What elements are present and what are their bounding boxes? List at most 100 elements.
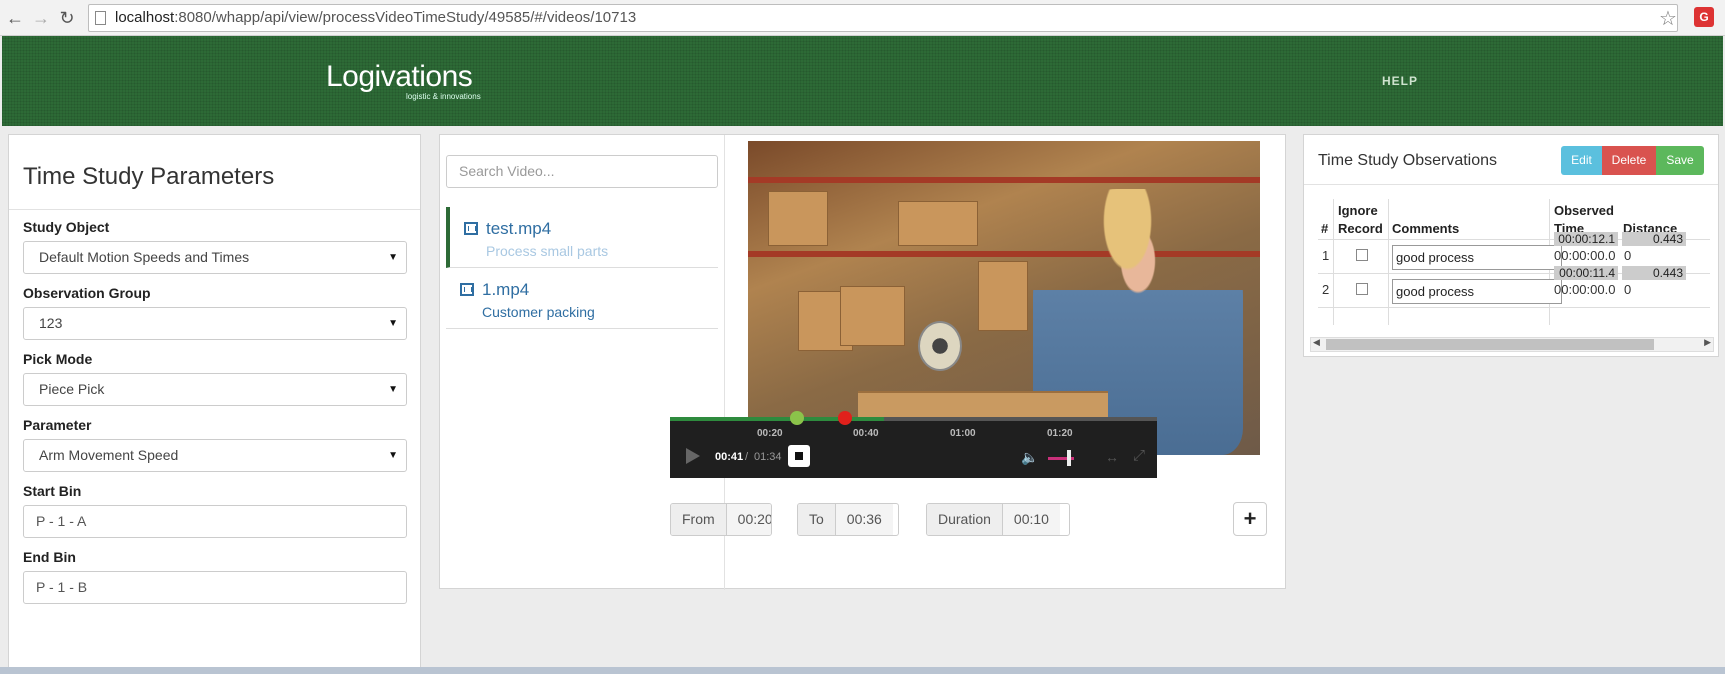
row-divider — [1318, 307, 1710, 308]
study-object-select[interactable]: Default Motion Speeds and Times ▼ — [23, 241, 407, 274]
observed-time-badge: 00:00:11.4 — [1554, 266, 1618, 280]
start-marker[interactable] — [790, 411, 804, 425]
app-header: Logivations logistic & innovations HELP — [2, 36, 1723, 126]
fullscreen-icon[interactable]: ⤢ — [1133, 447, 1145, 464]
from-input[interactable]: 00:20 — [726, 504, 771, 535]
to-label: To — [798, 504, 836, 535]
parameter-select[interactable]: Arm Movement Speed ▼ — [23, 439, 407, 472]
volume-icon[interactable]: 🔈 — [1021, 449, 1038, 466]
back-icon[interactable]: ← — [4, 7, 26, 29]
duration-input[interactable]: 00:10 — [1002, 504, 1060, 535]
volume-knob[interactable] — [1067, 450, 1071, 466]
parameter-label: Parameter — [23, 417, 92, 433]
observations-table: # Ignore Record Comments Observed Time D… — [1318, 199, 1710, 325]
start-bin-input[interactable]: P - 1 - A — [23, 505, 407, 538]
film-icon — [464, 222, 478, 235]
caret-down-icon: ▼ — [388, 450, 398, 461]
comment-input[interactable]: good process — [1392, 245, 1562, 270]
reload-icon[interactable]: ↻ — [56, 7, 78, 29]
video-name: 1.mp4 — [482, 280, 530, 299]
delete-button[interactable]: Delete — [1602, 146, 1656, 175]
url-path: :8080/whapp/api/view/processVideoTimeStu… — [174, 9, 637, 26]
total-time: 01:34 — [754, 451, 782, 463]
ignore-checkbox[interactable] — [1356, 283, 1368, 295]
ignore-checkbox[interactable] — [1356, 249, 1368, 261]
column-header-comments: Comments — [1392, 221, 1460, 236]
scrollbar-thumb[interactable] — [1326, 339, 1654, 350]
video-description: Process small parts — [486, 243, 609, 259]
distance-value: 0 — [1624, 248, 1632, 263]
observation-group-select[interactable]: 123 ▼ — [23, 307, 407, 340]
observed-time-badge: 00:00:12.1 — [1554, 232, 1618, 246]
to-group: To 00:36 — [797, 503, 899, 536]
stop-button[interactable] — [788, 445, 810, 467]
play-icon[interactable] — [686, 448, 700, 464]
distance-badge: 0.443 — [1622, 232, 1686, 246]
row-number: 1 — [1322, 248, 1330, 263]
study-object-value: Default Motion Speeds and Times — [39, 249, 250, 265]
column-header-ignore: Ignore Record — [1338, 203, 1383, 236]
pick-mode-value: Piece Pick — [39, 381, 105, 397]
extension-icon[interactable]: G — [1694, 7, 1714, 27]
cardboard-box — [978, 261, 1028, 331]
logo[interactable]: Logivations — [326, 60, 473, 94]
search-video-input[interactable]: Search Video... — [446, 155, 718, 188]
forward-icon[interactable]: → — [30, 7, 52, 29]
observations-panel: Time Study Observations Edit Delete Save… — [1303, 134, 1719, 357]
video-controls — [670, 421, 1157, 478]
logo-tagline: logistic & innovations — [406, 92, 481, 101]
end-bin-label: End Bin — [23, 549, 76, 565]
duration-label: Duration — [927, 504, 1003, 535]
panel-title: Time Study Parameters — [9, 135, 420, 210]
start-bin-label: Start Bin — [23, 483, 82, 499]
warehouse-shelf — [748, 177, 1260, 183]
bookmark-star-icon[interactable]: ☆ — [1659, 6, 1677, 31]
distance-badge: 0.443 — [1622, 266, 1686, 280]
duration-group: Duration 00:10 — [926, 503, 1070, 536]
time-separator: / — [745, 451, 749, 463]
observations-title: Time Study Observations — [1318, 152, 1498, 169]
pick-mode-label: Pick Mode — [23, 351, 93, 367]
cardboard-box — [840, 286, 905, 346]
video-description: Customer packing — [482, 304, 595, 320]
from-group: From 00:20 — [670, 503, 772, 536]
video-frame[interactable] — [748, 141, 1260, 455]
comment-input[interactable]: good process — [1392, 279, 1562, 304]
horizontal-scrollbar[interactable]: ◀ ▶ — [1310, 337, 1714, 352]
scroll-left-icon[interactable]: ◀ — [1313, 337, 1320, 348]
address-bar[interactable]: localhost:8080/whapp/api/view/processVid… — [88, 4, 1678, 32]
caret-down-icon: ▼ — [388, 384, 398, 395]
observed-time: 00:00:00.0 — [1554, 282, 1616, 297]
taskbar — [0, 667, 1725, 674]
url-host: localhost — [115, 9, 175, 26]
scroll-right-icon[interactable]: ▶ — [1704, 337, 1711, 348]
study-object-label: Study Object — [23, 219, 110, 235]
video-list-item[interactable]: 1.mp4 Customer packing — [446, 268, 718, 329]
end-bin-input[interactable]: P - 1 - B — [23, 571, 407, 604]
video-name: test.mp4 — [486, 219, 552, 238]
column-header-observed: Observed Time — [1554, 203, 1614, 234]
caret-down-icon: ▼ — [388, 318, 398, 329]
pick-mode-select[interactable]: Piece Pick ▼ — [23, 373, 407, 406]
observed-time: 00:00:00.0 — [1554, 248, 1616, 263]
video-list-item[interactable]: test.mp4 Process small parts — [446, 207, 718, 268]
help-link[interactable]: HELP — [1382, 74, 1418, 88]
cardboard-box — [768, 191, 828, 246]
to-input[interactable]: 00:36 — [835, 504, 893, 535]
browser-toolbar: ← → ↻ localhost:8080/whapp/api/view/proc… — [0, 0, 1725, 36]
observation-group-label: Observation Group — [23, 285, 151, 301]
video-list: test.mp4 Process small parts 1.mp4 Custo… — [446, 207, 718, 329]
column-header-num: # — [1321, 221, 1329, 236]
distance-value: 0 — [1624, 282, 1632, 297]
video-panel: Search Video... test.mp4 Process small p… — [439, 134, 1286, 590]
expand-horizontal-icon[interactable]: ↔ — [1105, 449, 1119, 465]
edit-button[interactable]: Edit — [1561, 146, 1602, 175]
end-marker[interactable] — [838, 411, 852, 425]
save-button[interactable]: Save — [1656, 146, 1704, 175]
observation-group-value: 123 — [39, 315, 63, 331]
timeline-tick: 01:20 — [1047, 428, 1073, 439]
timeline-tick: 00:40 — [853, 428, 879, 439]
page-icon — [95, 11, 106, 25]
add-observation-button[interactable]: + — [1233, 502, 1267, 536]
caret-down-icon: ▼ — [388, 252, 398, 263]
